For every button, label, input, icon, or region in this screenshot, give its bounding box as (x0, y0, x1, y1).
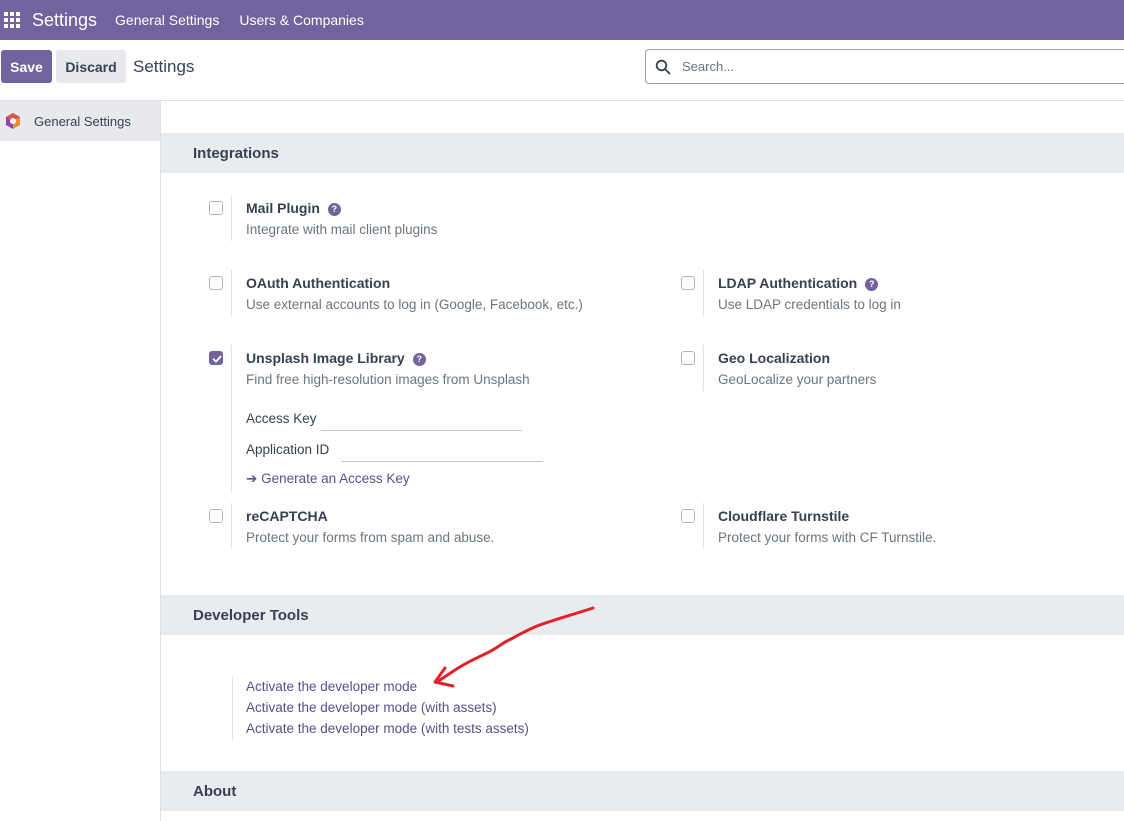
activate-developer-mode-tests-assets-link[interactable]: Activate the developer mode (with tests … (246, 721, 529, 736)
nav-users-companies[interactable]: Users & Companies (239, 12, 364, 28)
app-title[interactable]: Settings (32, 10, 97, 31)
setting-title: LDAP Authentication? (718, 275, 879, 291)
unsplash-checkbox[interactable] (209, 351, 223, 365)
section-title: Integrations (193, 144, 279, 162)
checkmark-icon (212, 355, 222, 363)
section-title: About (193, 782, 237, 800)
application-id-input[interactable] (341, 442, 543, 462)
search-box[interactable] (645, 49, 1124, 84)
access-key-input[interactable] (321, 411, 522, 431)
section-title: Developer Tools (193, 606, 309, 624)
sidebar-item-label: General Settings (34, 113, 131, 129)
setting-title: Cloudflare Turnstile (718, 508, 850, 524)
search-input[interactable] (682, 59, 982, 74)
sidebar-item-general-settings[interactable]: General Settings (0, 101, 160, 141)
generate-access-key-link[interactable]: ➔ Generate an Access Key (246, 471, 410, 487)
app-menu-icon[interactable] (4, 12, 20, 28)
setting-title: OAuth Authentication (246, 275, 391, 291)
setting-description: Use external accounts to log in (Google,… (246, 297, 583, 312)
integrations-header: Integrations (161, 133, 1124, 173)
developer-tools-header: Developer Tools (161, 595, 1124, 635)
mail-plugin-checkbox[interactable] (209, 201, 223, 215)
save-button[interactable]: Save (1, 50, 52, 83)
setting-description: Use LDAP credentials to log in (718, 297, 901, 312)
sidebar: General Settings (0, 101, 161, 821)
about-header: About (161, 771, 1124, 811)
arrow-right-icon: ➔ (246, 471, 258, 486)
geo-localization-checkbox[interactable] (681, 351, 695, 365)
setting-title: reCAPTCHA (246, 508, 328, 524)
application-id-label: Application ID (246, 442, 330, 457)
search-icon (655, 59, 671, 74)
ldap-checkbox[interactable] (681, 276, 695, 290)
settings-app-logo-icon (6, 113, 20, 129)
setting-description: Protect your forms from spam and abuse. (246, 530, 495, 545)
cloudflare-turnstile-checkbox[interactable] (681, 509, 695, 523)
help-icon[interactable]: ? (865, 278, 879, 291)
setting-description: GeoLocalize your partners (718, 372, 877, 387)
setting-title: Unsplash Image Library? (246, 350, 426, 366)
activate-developer-mode-assets-link[interactable]: Activate the developer mode (with assets… (246, 700, 497, 715)
access-key-label: Access Key (246, 411, 317, 426)
setting-description: Find free high-resolution images from Un… (246, 372, 530, 387)
annotation-arrow-icon (433, 606, 595, 688)
nav-general-settings[interactable]: General Settings (115, 12, 219, 28)
setting-description: Protect your forms with CF Turnstile. (718, 530, 937, 545)
discard-button[interactable]: Discard (56, 50, 126, 83)
recaptcha-checkbox[interactable] (209, 509, 223, 523)
divider (232, 677, 233, 740)
activate-developer-mode-link[interactable]: Activate the developer mode (246, 679, 417, 694)
top-navbar: Settings General Settings Users & Compan… (0, 0, 1124, 40)
control-panel: Save Discard Settings (0, 40, 1124, 101)
help-icon[interactable]: ? (412, 353, 426, 366)
breadcrumb: Settings (133, 57, 195, 76)
setting-title: Mail Plugin? (246, 200, 341, 216)
setting-description: Integrate with mail client plugins (246, 222, 438, 237)
oauth-checkbox[interactable] (209, 276, 223, 290)
link-label: Generate an Access Key (261, 471, 410, 486)
help-icon[interactable]: ? (327, 203, 341, 216)
setting-title: Geo Localization (718, 350, 831, 366)
